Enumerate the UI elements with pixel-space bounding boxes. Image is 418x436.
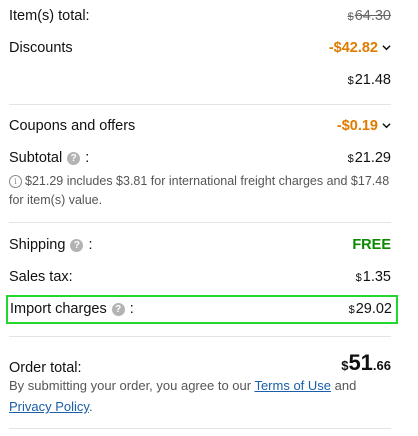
coupons-row[interactable]: Coupons and offers -$0.19 (9, 118, 391, 134)
after-discount-value: $21.48 (347, 72, 391, 88)
sales-tax-label: Sales tax: (9, 269, 73, 285)
subtotal-label: Subtotal ? : (9, 150, 90, 166)
divider (9, 104, 391, 105)
items-total-row: Item(s) total: $64.30 (9, 8, 391, 24)
shipping-value: FREE (352, 237, 391, 253)
subtotal-note: i $21.29 includes $3.81 for international… (9, 174, 390, 207)
divider (9, 336, 391, 337)
order-summary: Item(s) total: $64.30 Discounts -$42.82 … (0, 0, 418, 436)
import-charges-value: $29.02 (348, 301, 392, 317)
items-total-value: $64.30 (347, 8, 391, 24)
chevron-down-icon[interactable] (382, 43, 391, 52)
after-discount-row: $21.48 (9, 72, 391, 88)
shipping-label: Shipping ? : (9, 237, 93, 253)
order-total-label: Order total: (9, 360, 82, 376)
coupons-value[interactable]: -$0.19 (337, 118, 391, 134)
discounts-label: Discounts (9, 40, 73, 56)
help-icon[interactable]: ? (70, 238, 84, 252)
subtotal-row: Subtotal ? : $21.29 (9, 150, 391, 166)
sales-tax-value: $1.35 (355, 269, 391, 285)
agreement-text: By submitting your order, you agree to o… (9, 378, 357, 414)
info-icon: i (9, 175, 22, 188)
coupons-label: Coupons and offers (9, 118, 136, 134)
order-total-row: Order total: $51.66 (9, 350, 391, 376)
discounts-value[interactable]: -$42.82 (329, 40, 391, 56)
import-charges-row: Import charges ? : $29.02 (10, 301, 392, 317)
privacy-policy-link[interactable]: Privacy Policy (9, 399, 89, 414)
sales-tax-row: Sales tax: $1.35 (9, 269, 391, 285)
terms-of-use-link[interactable]: Terms of Use (254, 378, 331, 393)
help-icon[interactable]: ? (67, 151, 81, 165)
discounts-row[interactable]: Discounts -$42.82 (9, 40, 391, 56)
shipping-row: Shipping ? : FREE (9, 237, 391, 253)
order-total-value: $51.66 (341, 350, 391, 375)
divider (9, 222, 391, 223)
items-total-label: Item(s) total: (9, 8, 90, 24)
help-icon[interactable]: ? (111, 302, 125, 316)
subtotal-value: $21.29 (347, 150, 391, 166)
chevron-down-icon[interactable] (382, 121, 391, 130)
import-charges-label: Import charges ? : (10, 301, 134, 317)
divider (9, 428, 391, 429)
